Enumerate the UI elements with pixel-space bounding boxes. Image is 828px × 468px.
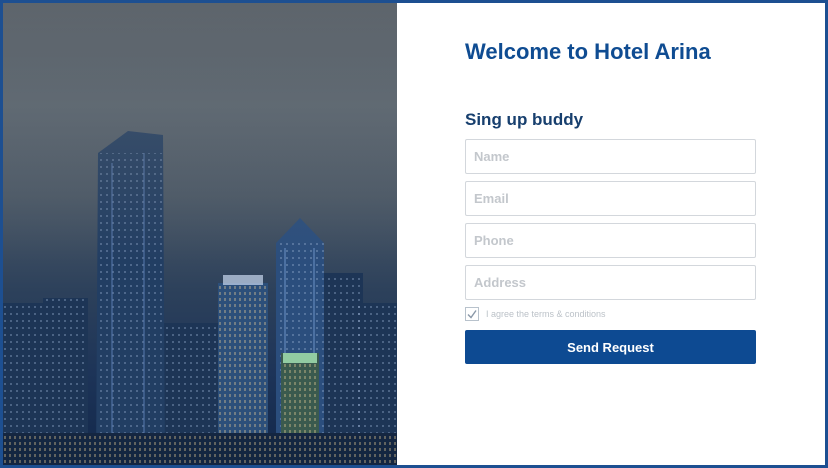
phone-field[interactable] — [465, 223, 756, 258]
city-skyline-illustration — [3, 3, 397, 465]
terms-agreement: I agree the terms & conditions — [465, 307, 606, 321]
email-field[interactable] — [465, 181, 756, 216]
signup-panel: Welcome to Hotel Arina Sing up buddy I a… — [397, 3, 825, 465]
page-title: Welcome to Hotel Arina — [465, 39, 711, 64]
terms-label: I agree the terms & conditions — [486, 309, 606, 319]
form-heading: Sing up buddy — [465, 110, 584, 129]
signup-window: Welcome to Hotel Arina Sing up buddy I a… — [0, 0, 828, 468]
name-field[interactable] — [465, 139, 756, 174]
terms-checkbox[interactable] — [465, 307, 479, 321]
hero-image — [3, 3, 397, 465]
address-field[interactable] — [465, 265, 756, 300]
send-request-button[interactable]: Send Request — [465, 330, 756, 364]
check-icon — [467, 310, 477, 319]
